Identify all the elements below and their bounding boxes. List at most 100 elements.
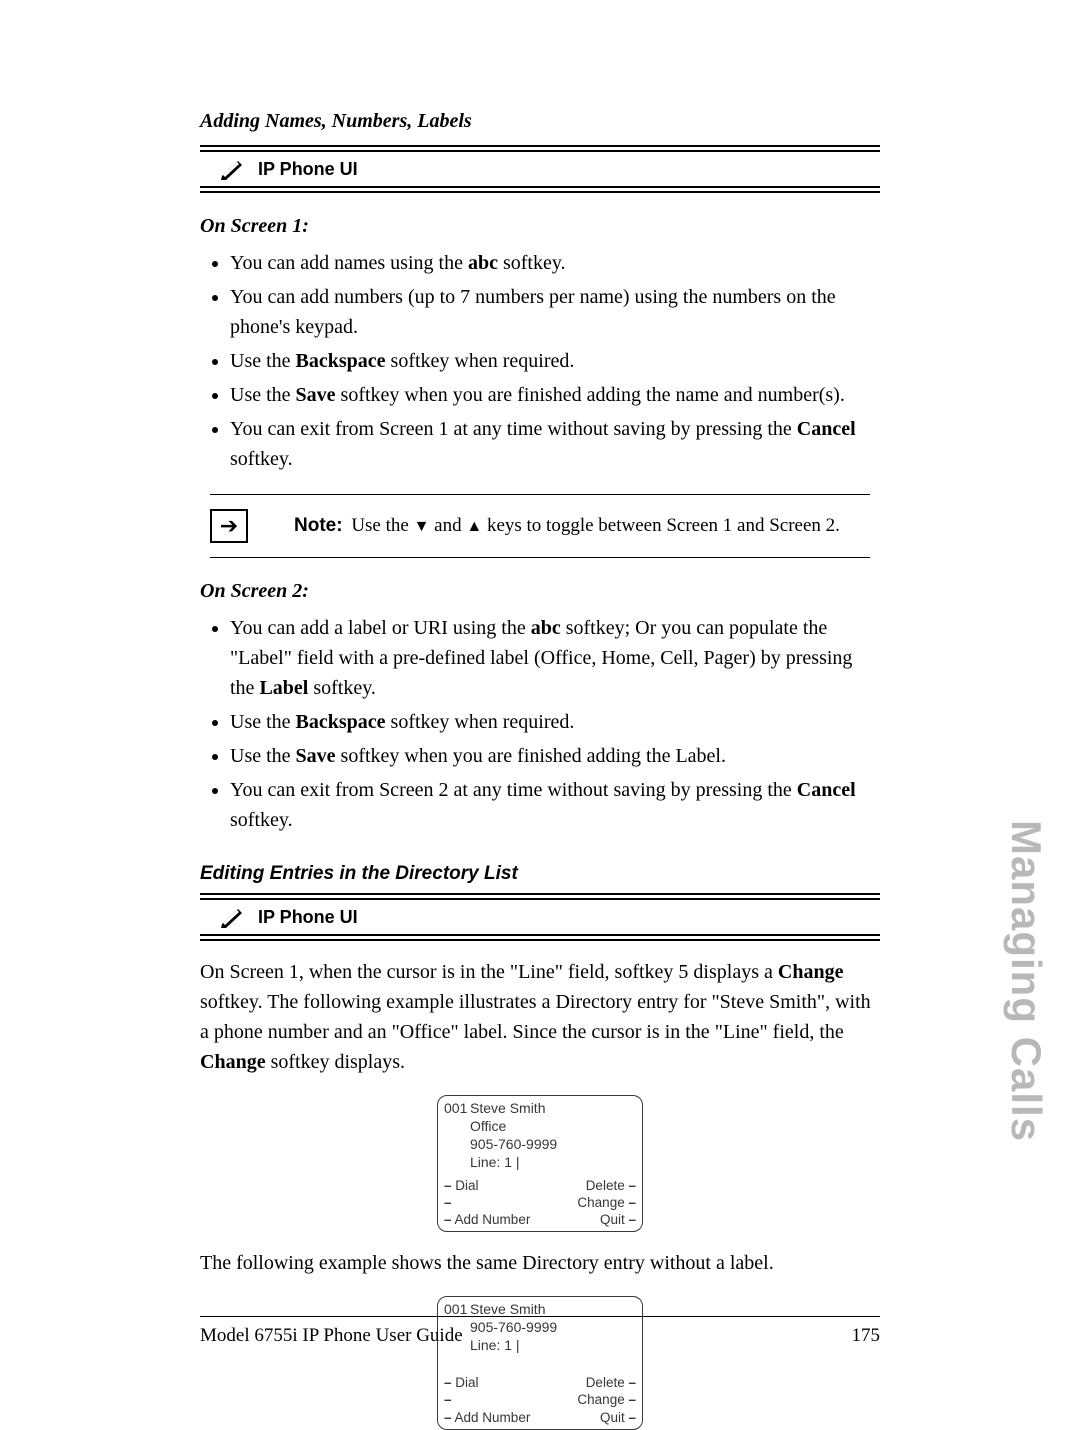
- note-arrow-icon: ➔: [210, 509, 248, 543]
- up-arrow-icon: ▲: [466, 518, 482, 535]
- section-title: Adding Names, Numbers, Labels: [200, 110, 880, 133]
- bold: Cancel: [797, 779, 856, 801]
- text: You can add a label or URI using the: [230, 617, 531, 639]
- page-footer: Model 6755i IP Phone User Guide 175: [200, 1325, 880, 1347]
- bold: abc: [468, 252, 498, 274]
- dash-icon: –: [628, 1410, 636, 1425]
- bold: Label: [259, 677, 308, 699]
- ip-phone-ui-label: IP Phone UI: [258, 159, 358, 180]
- softkey-add-number: Add Number: [455, 1410, 531, 1425]
- list-item: Use the Save softkey when you are finish…: [230, 380, 880, 410]
- softkey-change: Change: [577, 1195, 624, 1210]
- dash-icon: –: [628, 1375, 636, 1390]
- document-page: Adding Names, Numbers, Labels IP Phone U…: [0, 0, 1080, 1397]
- text: softkey when you are finished adding the…: [336, 745, 726, 767]
- text: Use the: [230, 745, 296, 767]
- dash-icon: –: [444, 1178, 452, 1193]
- entry-phone-number: 905-760-9999: [444, 1136, 636, 1154]
- note-label: Note:: [294, 515, 343, 536]
- spacer: [444, 1355, 636, 1369]
- bold: Backspace: [296, 711, 386, 733]
- directory-entry-display: 001Steve Smith Office 905-760-9999 Line:…: [437, 1095, 643, 1232]
- text: Use the: [230, 384, 296, 406]
- list-item: Use the Backspace softkey when required.: [230, 346, 880, 376]
- softkey-dial: Dial: [455, 1178, 478, 1193]
- entry-header: 001Steve Smith: [444, 1100, 636, 1118]
- softkeys-right: Delete – Change – Quit –: [577, 1374, 636, 1426]
- softkeys-left: – Dial – – Add Number: [444, 1177, 530, 1229]
- note-block: ➔ Note: Use the ▼ and ▲ keys to toggle b…: [200, 494, 880, 558]
- entry-name: Steve Smith: [470, 1100, 545, 1116]
- dash-icon: –: [628, 1178, 636, 1193]
- text: Use the: [347, 515, 414, 536]
- entry-number: 001: [444, 1100, 470, 1118]
- bold: Cancel: [797, 418, 856, 440]
- screen1-list: You can add names using the abc softkey.…: [230, 248, 880, 474]
- list-item: You can add numbers (up to 7 numbers per…: [230, 282, 880, 342]
- text: softkey.: [230, 809, 293, 831]
- list-item: Use the Backspace softkey when required.: [230, 707, 880, 737]
- softkey-quit: Quit: [600, 1410, 625, 1425]
- softkey-quit: Quit: [600, 1212, 625, 1227]
- text: softkey.: [230, 448, 293, 470]
- bold: Change: [778, 961, 844, 983]
- pen-icon: [220, 906, 248, 928]
- list-item: You can exit from Screen 1 at any time w…: [230, 414, 880, 474]
- softkey-change: Change: [577, 1392, 624, 1407]
- text: Use the: [230, 711, 296, 733]
- ip-phone-ui-heading: IP Phone UI: [200, 150, 880, 188]
- text: You can add numbers (up to 7 numbers per…: [230, 286, 836, 338]
- text: You can exit from Screen 2 at any time w…: [230, 779, 797, 801]
- editing-entries-heading: Editing Entries in the Directory List: [200, 863, 880, 885]
- paragraph: On Screen 1, when the cursor is in the "…: [200, 957, 880, 1077]
- softkeys-right: Delete – Change – Quit –: [577, 1177, 636, 1229]
- rule: [200, 191, 880, 193]
- softkey-delete: Delete: [586, 1178, 625, 1193]
- bold: Change: [200, 1051, 266, 1073]
- screen2-list: You can add a label or URI using the abc…: [230, 613, 880, 835]
- side-chapter-tab: Managing Calls: [1002, 820, 1050, 1142]
- on-screen-2-heading: On Screen 2:: [200, 580, 880, 603]
- text: softkey.: [498, 252, 566, 274]
- text: softkey. The following example illustrat…: [200, 991, 871, 1043]
- dash-icon: –: [444, 1410, 452, 1425]
- text: softkey when required.: [386, 350, 575, 372]
- dash-icon: –: [444, 1195, 452, 1210]
- dash-icon: –: [628, 1212, 636, 1227]
- text: Use the: [230, 350, 296, 372]
- ip-phone-ui-label: IP Phone UI: [258, 907, 358, 928]
- text: You can add names using the: [230, 252, 468, 274]
- dash-icon: –: [628, 1392, 636, 1407]
- text: softkey displays.: [266, 1051, 405, 1073]
- rule: [210, 557, 870, 558]
- text: softkey when you are finished adding the…: [336, 384, 845, 406]
- entry-line: Line: 1 |: [444, 1154, 636, 1172]
- note-text: Note: Use the ▼ and ▲ keys to toggle bet…: [294, 515, 840, 537]
- footer-rule: [200, 1316, 880, 1317]
- bold: Save: [296, 384, 336, 406]
- paragraph: The following example shows the same Dir…: [200, 1248, 880, 1278]
- text: On Screen 1, when the cursor is in the "…: [200, 961, 778, 983]
- entry-label: Office: [444, 1118, 636, 1136]
- list-item: You can add a label or URI using the abc…: [230, 613, 880, 703]
- dash-icon: –: [628, 1195, 636, 1210]
- list-item: Use the Save softkey when you are finish…: [230, 741, 880, 771]
- text: softkey.: [308, 677, 376, 699]
- softkey-delete: Delete: [586, 1375, 625, 1390]
- dash-icon: –: [444, 1212, 452, 1227]
- ip-phone-ui-heading: IP Phone UI: [200, 898, 880, 936]
- text: and: [429, 515, 466, 536]
- page-number: 175: [852, 1325, 881, 1347]
- list-item: You can exit from Screen 2 at any time w…: [230, 775, 880, 835]
- on-screen-1-heading: On Screen 1:: [200, 215, 880, 238]
- rule: [200, 893, 880, 895]
- list-item: You can add names using the abc softkey.: [230, 248, 880, 278]
- down-arrow-icon: ▼: [414, 518, 430, 535]
- rule: [200, 939, 880, 941]
- text: keys to toggle between Screen 1 and Scre…: [482, 515, 840, 536]
- dash-icon: –: [444, 1392, 452, 1407]
- softkeys-left: – Dial – – Add Number: [444, 1374, 530, 1426]
- softkey-dial: Dial: [455, 1375, 478, 1390]
- dash-icon: –: [444, 1375, 452, 1390]
- bold: Backspace: [296, 350, 386, 372]
